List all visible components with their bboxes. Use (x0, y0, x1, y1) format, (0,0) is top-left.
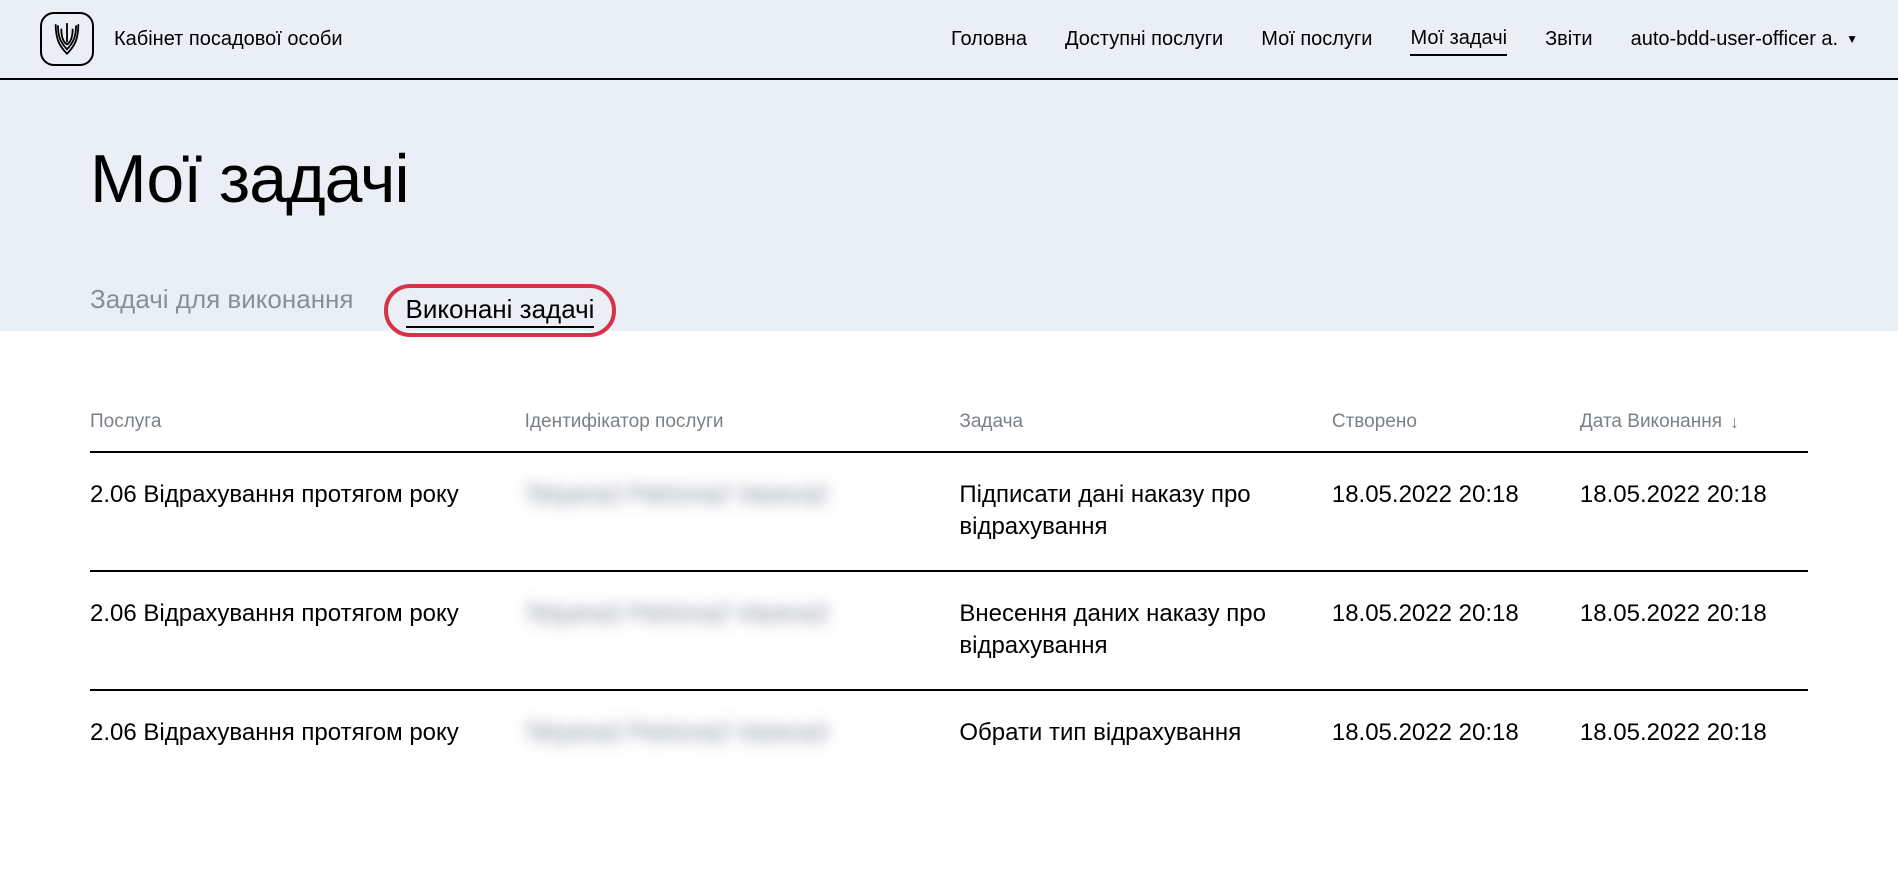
tasks-table-section: Послуга Ідентифікатор послуги Задача Ств… (0, 331, 1898, 815)
annotation-highlight: Виконані задачі (384, 284, 617, 337)
table-row[interactable]: 2.06 Відрахування протягом року Tetyana2… (90, 691, 1808, 775)
table-row[interactable]: 2.06 Відрахування протягом року Tetyana2… (90, 453, 1808, 572)
cell-created: 18.05.2022 20:18 (1332, 479, 1560, 544)
col-header-completed-label: Дата Виконання (1580, 411, 1722, 433)
nav-home[interactable]: Головна (951, 24, 1027, 55)
nav-my-tasks[interactable]: Мої задачі (1410, 23, 1507, 56)
col-header-created[interactable]: Створено (1332, 411, 1560, 433)
table-header-row: Послуга Ідентифікатор послуги Задача Ств… (90, 411, 1808, 453)
tab-pending-tasks[interactable]: Задачі для виконання (90, 284, 354, 325)
nav-my-services[interactable]: Мої послуги (1261, 24, 1372, 55)
main-header: Кабінет посадової особи Головна Доступні… (0, 0, 1898, 80)
cell-created: 18.05.2022 20:18 (1332, 717, 1560, 749)
page-title: Мої задачі (90, 140, 1808, 218)
cell-service: 2.06 Відрахування протягом року (90, 717, 505, 749)
trident-logo-icon[interactable] (40, 12, 94, 66)
table-row[interactable]: 2.06 Відрахування протягом року Tetyana2… (90, 572, 1808, 691)
cell-completed: 18.05.2022 20:18 (1580, 598, 1808, 663)
user-menu-dropdown[interactable]: auto-bdd-user-officer a. ▼ (1631, 28, 1858, 51)
col-header-task[interactable]: Задача (959, 411, 1311, 433)
cell-service: 2.06 Відрахування протягом року (90, 479, 505, 544)
user-label: auto-bdd-user-officer a. (1631, 28, 1839, 51)
cell-service: 2.06 Відрахування протягом року (90, 598, 505, 663)
caret-down-icon: ▼ (1846, 32, 1858, 46)
cell-created: 18.05.2022 20:18 (1332, 598, 1560, 663)
col-header-identifier[interactable]: Ідентифікатор послуги (525, 411, 940, 433)
cell-identifier: Tetyana2 Petrivna2 Vaseva2 (525, 479, 940, 544)
app-title: Кабінет посадової особи (114, 28, 343, 51)
nav-available-services[interactable]: Доступні послуги (1065, 24, 1223, 55)
cell-completed: 18.05.2022 20:18 (1580, 717, 1808, 749)
sort-arrow-down-icon: ↓ (1730, 412, 1739, 433)
main-nav: Головна Доступні послуги Мої послуги Мої… (951, 23, 1858, 56)
cell-identifier: Tetyana2 Petrivna2 Vaseva2 (525, 717, 940, 749)
tabs-bar: Задачі для виконання Виконані задачі (90, 278, 1808, 331)
header-left: Кабінет посадової особи (40, 12, 343, 66)
col-header-service[interactable]: Послуга (90, 411, 505, 433)
nav-reports[interactable]: Звіти (1545, 24, 1592, 55)
cell-task: Підписати дані наказу про відрахування (959, 479, 1311, 544)
cell-task: Внесення даних наказу про відрахування (959, 598, 1311, 663)
cell-completed: 18.05.2022 20:18 (1580, 479, 1808, 544)
tab-completed-tasks[interactable]: Виконані задачі (406, 294, 595, 328)
cell-identifier: Tetyana2 Petrivna2 Vaseva2 (525, 598, 940, 663)
col-header-completed[interactable]: Дата Виконання ↓ (1580, 411, 1808, 433)
cell-task: Обрати тип відрахування (959, 717, 1311, 749)
page-header-section: Мої задачі Задачі для виконання Виконані… (0, 80, 1898, 331)
